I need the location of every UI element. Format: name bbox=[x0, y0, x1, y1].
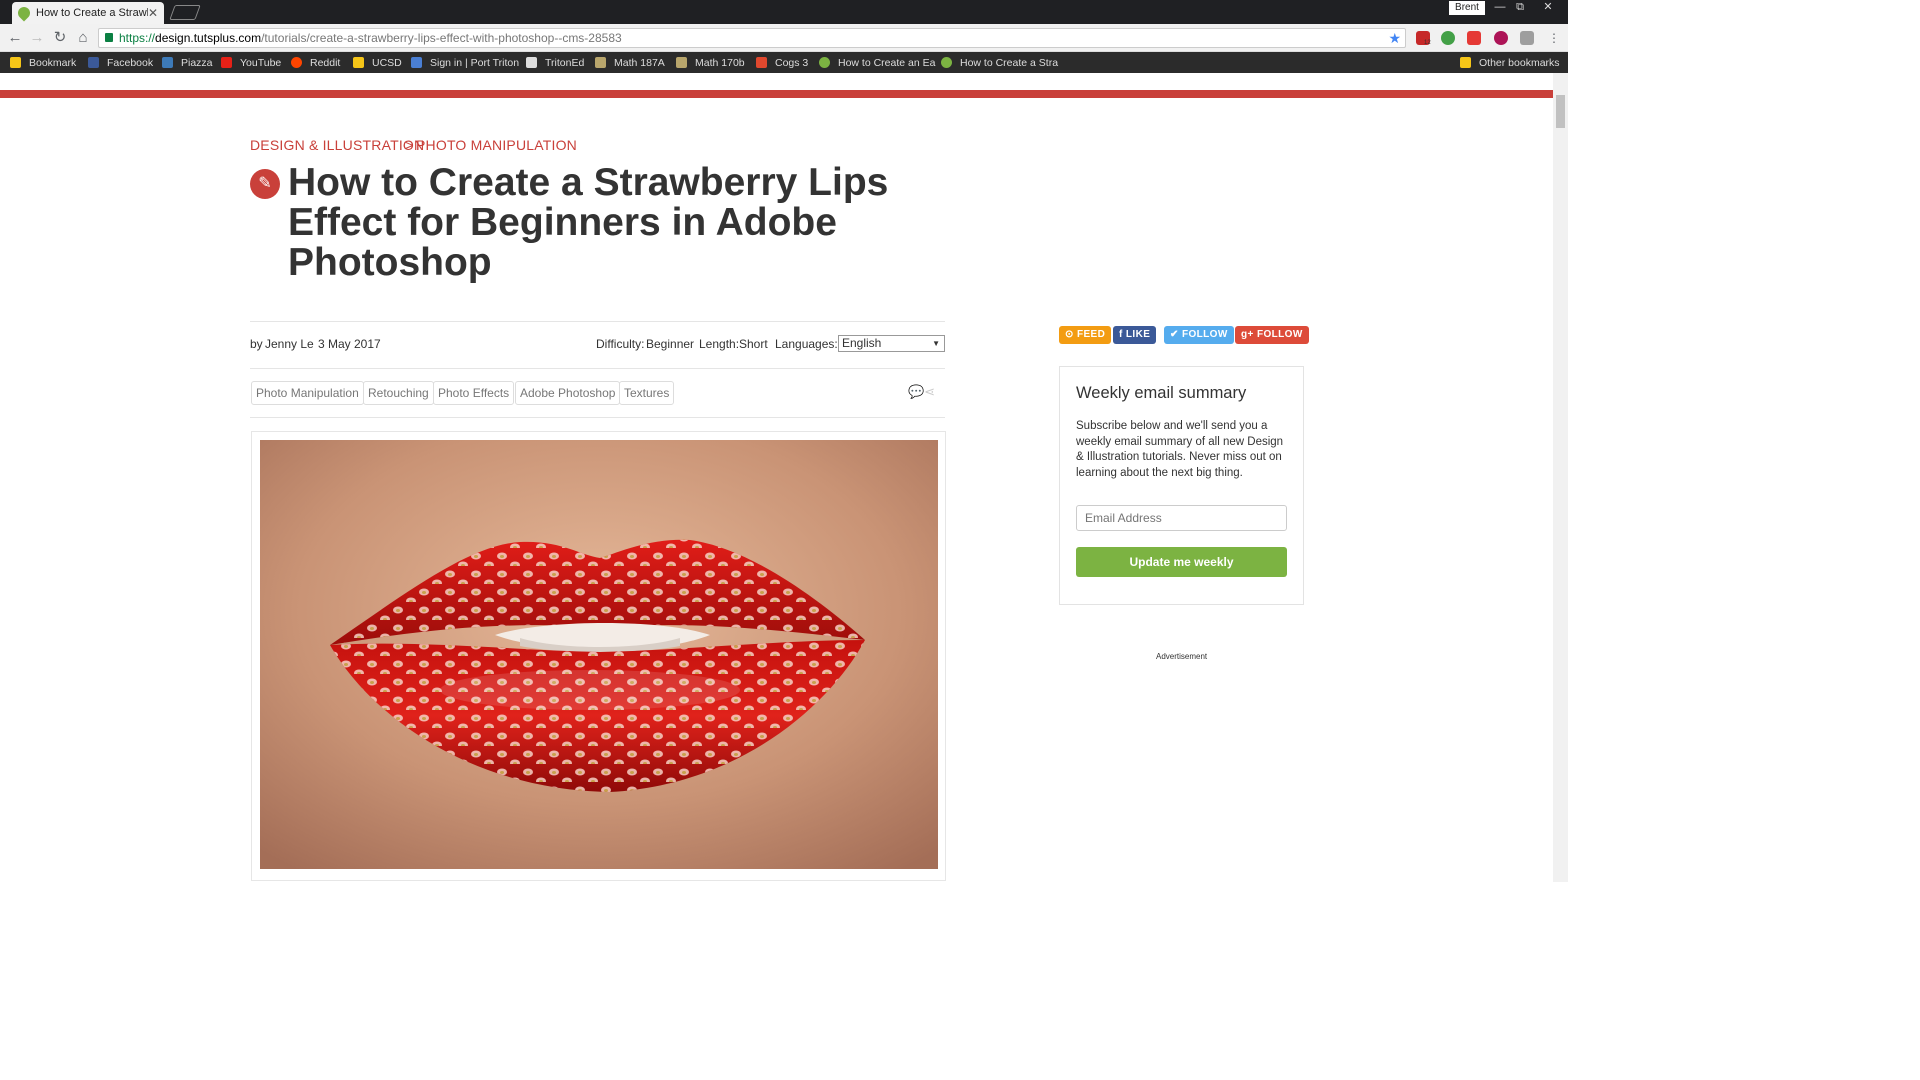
reload-icon[interactable]: ↻ bbox=[51, 29, 69, 47]
scrollbar-thumb[interactable] bbox=[1556, 95, 1565, 128]
leaf-icon bbox=[819, 57, 830, 68]
lastpass-extension-icon[interactable] bbox=[1467, 31, 1481, 45]
bookmark-item[interactable]: How to Create a Stra bbox=[941, 55, 1058, 70]
tag-link[interactable]: Adobe Photoshop bbox=[515, 381, 621, 405]
address-bar[interactable]: https://design.tutsplus.com/tutorials/cr… bbox=[98, 28, 1406, 48]
rss-feed-button[interactable]: ⊙ FEED bbox=[1059, 326, 1112, 344]
url-path: /tutorials/create-a-strawberry-lips-effe… bbox=[261, 31, 622, 45]
facebook-icon: f bbox=[1119, 329, 1126, 340]
extension-badge: 12 bbox=[1424, 40, 1431, 46]
pen-tool-icon: ✎ bbox=[250, 169, 280, 199]
browser-toolbar: ← → ↻ ⌂ https://design.tutsplus.com/tuto… bbox=[0, 24, 1568, 52]
url-domain: design.tutsplus.com bbox=[155, 31, 262, 45]
bookmark-item[interactable]: UCSD bbox=[353, 55, 402, 70]
tag-link[interactable]: Photo Effects bbox=[433, 381, 515, 405]
leaf-icon bbox=[15, 4, 33, 22]
google-plus-icon: g+ bbox=[1241, 329, 1257, 340]
lock-icon bbox=[105, 33, 113, 42]
course-icon bbox=[595, 57, 606, 68]
author-link[interactable]: Jenny Le bbox=[265, 337, 314, 351]
strawberry-lips-image bbox=[260, 440, 938, 869]
leaf-icon bbox=[941, 57, 952, 68]
blackboard-icon bbox=[526, 57, 537, 68]
tab-title: How to Create a Strawbe bbox=[36, 7, 148, 19]
widget-description: Subscribe below and we'll send you a wee… bbox=[1076, 420, 1284, 479]
email-summary-widget: Weekly email summary Subscribe below and… bbox=[1059, 366, 1304, 605]
breadcrumb-separator: > bbox=[405, 137, 414, 153]
course-icon bbox=[676, 57, 687, 68]
extension-icon[interactable] bbox=[1441, 31, 1455, 45]
bookmark-item[interactable]: Facebook bbox=[88, 55, 153, 70]
reddit-icon bbox=[291, 57, 302, 68]
byline-prefix: by bbox=[250, 337, 263, 351]
email-field[interactable] bbox=[1076, 505, 1287, 531]
page-scrollbar[interactable] bbox=[1553, 73, 1568, 882]
divider bbox=[250, 368, 945, 369]
facebook-like-button[interactable]: f LIKE bbox=[1113, 326, 1157, 344]
divider bbox=[250, 417, 945, 418]
forward-arrow-icon[interactable]: → bbox=[28, 29, 46, 47]
difficulty-label: Difficulty: bbox=[596, 337, 645, 351]
site-header-bar bbox=[0, 90, 1553, 98]
widget-title: Weekly email summary bbox=[1076, 384, 1247, 402]
facebook-icon bbox=[88, 57, 99, 68]
folder-icon bbox=[353, 57, 364, 68]
folder-icon bbox=[1460, 57, 1471, 68]
bookmark-item[interactable]: Piazza bbox=[162, 55, 213, 70]
twitter-icon: ✔ bbox=[1170, 329, 1182, 340]
port-triton-icon bbox=[411, 57, 422, 68]
subscribe-button[interactable]: Update me weekly bbox=[1076, 547, 1287, 577]
breadcrumb-category[interactable]: DESIGN & ILLUSTRATION bbox=[250, 137, 424, 153]
rss-icon: ⊙ bbox=[1065, 329, 1077, 340]
bookmark-star-icon[interactable]: ★ bbox=[1388, 29, 1401, 47]
language-select[interactable]: English ▼ bbox=[838, 335, 945, 352]
tab-close-icon[interactable]: ✕ bbox=[148, 6, 158, 20]
comments-share-icon[interactable]: 💬⋖ bbox=[908, 384, 935, 400]
languages-label: Languages: bbox=[775, 337, 838, 351]
menu-icon[interactable]: ⋮ bbox=[1545, 29, 1563, 47]
extension-icon[interactable] bbox=[1494, 31, 1508, 45]
cogs-icon bbox=[756, 57, 767, 68]
advertisement-label: Advertisement bbox=[1156, 652, 1208, 661]
piazza-icon bbox=[162, 57, 173, 68]
minimize-icon[interactable]: — bbox=[1490, 0, 1510, 14]
profile-button[interactable]: Brent bbox=[1449, 1, 1485, 15]
tag-link[interactable]: Textures bbox=[619, 381, 675, 405]
length-label: Length: bbox=[699, 337, 740, 351]
close-window-icon[interactable]: ✕ bbox=[1538, 0, 1558, 14]
bookmark-item[interactable]: Math 170b bbox=[676, 55, 745, 70]
difficulty-value: Beginner bbox=[646, 337, 695, 351]
hero-image-frame bbox=[251, 431, 946, 881]
tag-link[interactable]: Photo Manipulation bbox=[251, 381, 364, 405]
length-value: Short bbox=[739, 337, 768, 351]
google-plus-follow-button[interactable]: g+ FOLLOW bbox=[1235, 326, 1309, 344]
back-arrow-icon[interactable]: ← bbox=[6, 29, 24, 47]
page-title: How to Create a Strawberry Lips Effect f… bbox=[288, 161, 889, 284]
dropdown-arrow-icon: ▼ bbox=[932, 339, 940, 348]
publish-date: 3 May 2017 bbox=[318, 337, 381, 351]
other-bookmarks[interactable]: Other bookmarks bbox=[1460, 55, 1560, 70]
breadcrumb-subcategory[interactable]: PHOTO MANIPULATION bbox=[416, 137, 577, 153]
folder-icon bbox=[10, 57, 21, 68]
bookmark-item[interactable]: Reddit bbox=[291, 55, 340, 70]
youtube-icon bbox=[221, 57, 232, 68]
browser-tab[interactable]: How to Create a Strawbe ✕ bbox=[12, 2, 164, 24]
bookmark-item[interactable]: Cogs 3 bbox=[756, 55, 808, 70]
divider bbox=[250, 321, 945, 322]
bookmark-item[interactable]: Sign in | Port Triton bbox=[411, 55, 519, 70]
bookmark-item[interactable]: Math 187A bbox=[595, 55, 665, 70]
home-icon[interactable]: ⌂ bbox=[74, 29, 92, 47]
bookmarks-bar: Bookmark Facebook Piazza YouTube Reddit … bbox=[0, 52, 1568, 73]
new-tab-button[interactable] bbox=[169, 5, 201, 20]
bookmark-item[interactable]: Bookmark bbox=[10, 55, 76, 70]
browser-titlebar: How to Create a Strawbe ✕ Brent — ⧉ ✕ bbox=[0, 0, 1568, 24]
bookmark-item[interactable]: YouTube bbox=[221, 55, 281, 70]
restore-icon[interactable]: ⧉ bbox=[1510, 0, 1530, 14]
tag-link[interactable]: Retouching bbox=[363, 381, 434, 405]
bookmark-item[interactable]: How to Create an Ea bbox=[819, 55, 935, 70]
url-scheme: https:// bbox=[119, 31, 156, 45]
twitter-follow-button[interactable]: ✔ FOLLOW bbox=[1164, 326, 1234, 344]
extension-icon[interactable] bbox=[1520, 31, 1534, 45]
bookmark-item[interactable]: TritonEd bbox=[526, 55, 584, 70]
